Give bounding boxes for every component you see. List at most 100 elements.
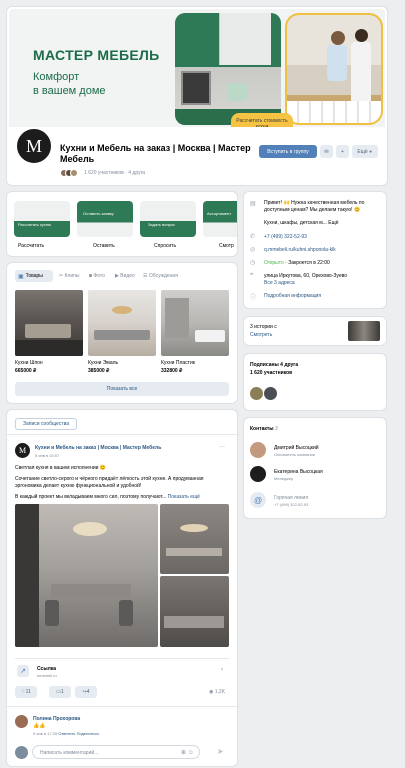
friend-avatar[interactable] bbox=[250, 387, 263, 400]
subscribed-card[interactable]: Подписаны 4 друга 1 620 участников bbox=[244, 354, 386, 410]
more-button[interactable]: Ещё ▼ bbox=[352, 145, 378, 158]
contacts-count: 3 bbox=[274, 426, 278, 432]
service-item[interactable]: Оставить заявку Оставить bbox=[77, 201, 133, 251]
service-label: Оставить bbox=[93, 243, 115, 249]
post-text-truncated: В каждый проект мы вкладываем много сил,… bbox=[15, 494, 167, 500]
notify-button[interactable]: + bbox=[336, 145, 349, 158]
stories-card[interactable]: 3 истории с Смотреть bbox=[244, 317, 386, 345]
product-card[interactable]: Кухни Пластик 332800 ₽ bbox=[161, 290, 229, 378]
address-text: улица Иркутова, 60, Орехово-Зуево bbox=[264, 273, 348, 279]
comment-button[interactable]: ▭ 1 bbox=[49, 686, 71, 698]
service-thumb-label: Задать вопрос bbox=[148, 222, 176, 227]
members-line[interactable]: 1 620 участников · 4 друга bbox=[84, 170, 145, 176]
post-author[interactable]: Кухни и Мебель на заказ | Москва | Масте… bbox=[35, 445, 161, 451]
service-item[interactable]: Ассортимент Смотр bbox=[203, 201, 237, 251]
cover-tagline-1: Комфорт bbox=[33, 71, 80, 83]
info-icon: ▤ bbox=[250, 201, 256, 207]
feed-card: Записи сообщества M Кухни и Мебель на за… bbox=[7, 410, 237, 766]
comment-meta: 5 янв в 17:35 Ответить Поделиться bbox=[33, 731, 99, 736]
all-addresses-link[interactable]: Все 3 адреса bbox=[264, 280, 295, 286]
show-more-link[interactable]: Показать ещё bbox=[168, 494, 200, 500]
hours-text: · Закроется в 22:00 bbox=[285, 260, 330, 266]
post-menu-icon[interactable]: ··· bbox=[219, 444, 225, 450]
stories-title: 3 истории с bbox=[250, 324, 277, 330]
contacts-card: Контакты 3 Дмитрий Высоцкий Основатель к… bbox=[244, 418, 386, 518]
contact-name: Екатерина Высоцкая bbox=[274, 469, 323, 475]
join-group-button[interactable]: Вступить в группу bbox=[259, 145, 317, 158]
share-button[interactable]: ↪ 4 bbox=[75, 686, 97, 698]
like-button[interactable]: ♡ 11 bbox=[15, 686, 37, 698]
post-photo[interactable] bbox=[160, 504, 229, 574]
phone-link[interactable]: +7 (499) 322-52-93 bbox=[264, 234, 307, 240]
send-icon[interactable]: ➤ bbox=[217, 747, 224, 756]
comment-time: 5 янв в 17:35 bbox=[33, 731, 58, 736]
chevron-right-icon: › bbox=[221, 667, 223, 673]
site-link[interactable]: q.mmebeli.ru/kuhni.shponola-klk bbox=[264, 247, 336, 253]
post-photo[interactable] bbox=[160, 576, 229, 647]
product-image bbox=[88, 290, 156, 356]
group-name: Кухни и Мебель на заказ | Москва | Масте… bbox=[60, 143, 251, 153]
service-label: Спросить bbox=[154, 243, 177, 249]
location-icon: ⌖ bbox=[250, 272, 254, 278]
contact-item[interactable]: Екатерина Высоцкая Менеджер bbox=[250, 466, 380, 484]
clock-icon: ◷ bbox=[250, 260, 256, 266]
contact-item[interactable]: @ Горячая линия +7 (499) 322-52-93 bbox=[250, 492, 380, 510]
stories-view-link[interactable]: Смотреть bbox=[250, 332, 272, 338]
contacts-title-label: Контакты bbox=[250, 426, 274, 432]
service-thumb-label: Оставить заявку bbox=[83, 211, 114, 216]
tab-goods[interactable]: ▣ Товары bbox=[15, 270, 53, 282]
comment-author[interactable]: Полина Прохорова bbox=[33, 716, 80, 722]
reply-link[interactable]: Ответить bbox=[58, 731, 75, 736]
service-item[interactable]: Задать вопрос Спросить bbox=[140, 201, 196, 251]
message-button[interactable]: ✉ bbox=[320, 145, 333, 158]
hours-status: Открыто bbox=[264, 260, 284, 266]
commenter-avatar[interactable] bbox=[15, 715, 28, 728]
tab-video[interactable]: ▶ Видео bbox=[115, 273, 135, 279]
at-icon: @ bbox=[250, 492, 266, 508]
contact-role: Основатель компании bbox=[274, 452, 316, 457]
product-image bbox=[15, 290, 83, 356]
attach-icon[interactable]: ⊕ ☺ bbox=[181, 749, 194, 756]
post-author-avatar[interactable]: M bbox=[15, 443, 30, 458]
group-avatar[interactable]: M bbox=[15, 127, 53, 165]
friend-avatar[interactable] bbox=[264, 387, 277, 400]
comment-input[interactable]: Написать комментарий... ⊕ ☺ bbox=[32, 745, 200, 759]
product-price: 332800 ₽ bbox=[161, 368, 183, 374]
link-icon: ↗ bbox=[17, 665, 29, 677]
group-header-card: МАСТЕР МЕБЕЛЬ Комфорт в вашем доме Рассч… bbox=[7, 7, 387, 185]
tab-community-posts[interactable]: Записи сообщества bbox=[15, 418, 77, 430]
service-thumb-label: Ассортимент bbox=[207, 211, 232, 216]
contact-avatar bbox=[250, 466, 266, 482]
tab-discussions[interactable]: ☰ Обсуждения bbox=[143, 273, 178, 279]
comment-count: 1 bbox=[60, 689, 64, 695]
post-text-line-4: В каждый проект мы вкладываем много сил,… bbox=[15, 494, 200, 500]
product-card[interactable]: Кухни Эмаль 385000 ₽ bbox=[88, 290, 156, 378]
tab-clips[interactable]: ✂ Клипы bbox=[59, 273, 80, 279]
post-photo-main[interactable] bbox=[15, 504, 158, 647]
cover-cta-badge[interactable]: Рассчитать стоимость кухни bbox=[231, 113, 293, 127]
globe-icon: ◎ bbox=[250, 247, 256, 253]
services-card: Рассчитать кухню Рассчитать Оставить зая… bbox=[7, 192, 237, 256]
contact-item[interactable]: Дмитрий Высоцкий Основатель компании bbox=[250, 442, 380, 460]
like-count: 11 bbox=[25, 689, 31, 695]
comment-input-placeholder: Написать комментарий... bbox=[40, 750, 99, 756]
service-thumb-label: Рассчитать кухню bbox=[18, 222, 51, 227]
friends-avatars[interactable] bbox=[60, 169, 82, 177]
tab-photo[interactable]: ◙ Фото bbox=[89, 273, 105, 279]
story-preview-image[interactable] bbox=[348, 321, 380, 341]
share-link[interactable]: Поделиться bbox=[77, 731, 99, 736]
contacts-title[interactable]: Контакты 3 bbox=[250, 426, 278, 432]
post-time[interactable]: 5 янв в 15:57 bbox=[35, 453, 59, 458]
link-attachment[interactable]: ↗ Ссылка mmebeli.ru › bbox=[15, 658, 229, 682]
service-item[interactable]: Рассчитать кухню Рассчитать bbox=[14, 201, 70, 251]
info-card: ▤ Привет! 🙌 Нужна качественная мебель по… bbox=[244, 192, 386, 308]
contact-name: Дмитрий Высоцкий bbox=[274, 445, 319, 451]
tab-clips-label: Клипы bbox=[64, 273, 80, 279]
welcome-line-1: Привет! 🙌 Нужна качественная мебель по bbox=[264, 200, 365, 206]
product-card[interactable]: Кухни Шпон 665000 ₽ bbox=[15, 290, 83, 378]
show-all-button[interactable]: Показать все bbox=[15, 382, 229, 396]
contact-avatar bbox=[250, 442, 266, 458]
more-info-link[interactable]: Подробная информация bbox=[264, 293, 321, 299]
hours-line[interactable]: Открыто · Закроется в 22:00 bbox=[264, 260, 330, 266]
contact-role: Менеджер bbox=[274, 476, 294, 481]
